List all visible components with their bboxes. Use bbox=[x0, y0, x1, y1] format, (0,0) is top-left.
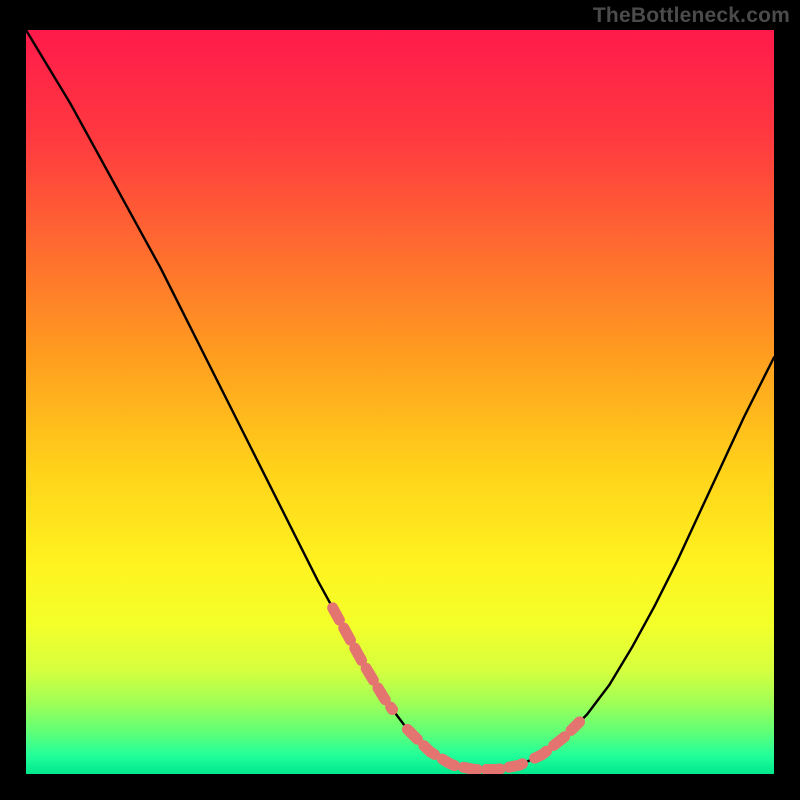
curve-chart bbox=[26, 30, 774, 774]
watermark-text: TheBottleneck.com bbox=[593, 4, 790, 28]
chart-container: TheBottleneck.com bbox=[0, 0, 800, 800]
plot-area bbox=[26, 30, 774, 774]
gradient-background bbox=[26, 30, 774, 774]
